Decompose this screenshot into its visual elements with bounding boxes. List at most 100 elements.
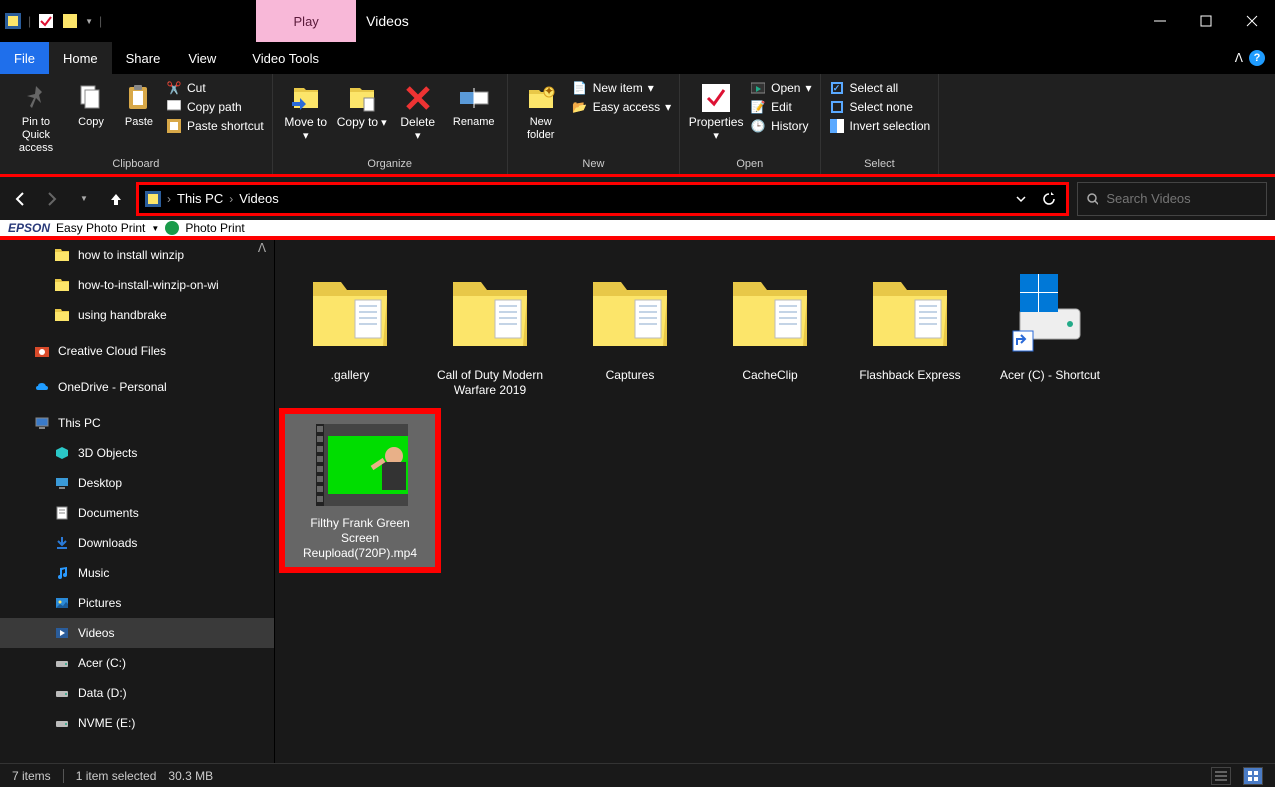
large-icons-view-button[interactable]: [1243, 767, 1263, 785]
tree-item[interactable]: Data (D:): [0, 678, 274, 708]
qat-dropdown-icon[interactable]: ▼: [85, 17, 93, 26]
tree-item[interactable]: NVME (E:): [0, 708, 274, 738]
tree-item[interactable]: using handbrake: [0, 300, 274, 330]
qat-undo-icon[interactable]: [61, 12, 79, 30]
folder-icon: [582, 266, 678, 362]
paste-shortcut-button[interactable]: Paste shortcut: [166, 118, 264, 134]
paste-button[interactable]: Paste: [118, 78, 160, 129]
tree-item[interactable]: Downloads: [0, 528, 274, 558]
previous-locations-dropdown[interactable]: [1010, 188, 1032, 210]
file-item[interactable]: Filthy Frank Green Screen Reupload(720P)…: [285, 414, 435, 567]
app-icon: [4, 12, 22, 30]
select-all-button[interactable]: Select all: [829, 80, 931, 96]
file-item[interactable]: Captures: [565, 260, 695, 404]
scroll-up-icon[interactable]: ᐱ: [254, 240, 270, 256]
ribbon-group-clipboard: Pin to Quick access Copy Paste ✂️Cut Cop…: [0, 74, 273, 174]
file-item[interactable]: .gallery: [285, 260, 415, 404]
qat-properties-icon[interactable]: [37, 12, 55, 30]
rename-button[interactable]: Rename: [449, 78, 499, 129]
dropdown-icon[interactable]: ▼: [151, 224, 159, 233]
folder-icon: [722, 266, 818, 362]
select-none-button[interactable]: Select none: [829, 99, 931, 115]
copy-to-icon: [346, 82, 378, 114]
open-button[interactable]: Open ▾: [750, 80, 811, 96]
tree-item[interactable]: Acer (C:): [0, 648, 274, 678]
delete-button[interactable]: Delete▾: [393, 78, 443, 143]
file-item[interactable]: CacheClip: [705, 260, 835, 404]
file-item[interactable]: Call of Duty Modern Warfare 2019: [425, 260, 555, 404]
tree-item[interactable]: Videos: [0, 618, 274, 648]
pin-quick-access-button[interactable]: Pin to Quick access: [8, 78, 64, 155]
drive-icon: [54, 655, 70, 671]
ribbon-tabs: File Home Share View Video Tools ᐱ ?: [0, 42, 1275, 74]
up-button[interactable]: [104, 187, 128, 211]
collapse-ribbon-icon[interactable]: ᐱ: [1235, 51, 1243, 65]
tree-item[interactable]: 3D Objects: [0, 438, 274, 468]
forward-button[interactable]: [40, 187, 64, 211]
invert-selection-button[interactable]: Invert selection: [829, 118, 931, 134]
tab-video-tools[interactable]: Video Tools: [238, 42, 333, 74]
tree-item-label: OneDrive - Personal: [58, 380, 167, 394]
easy-access-button[interactable]: 📂Easy access ▾: [572, 99, 671, 115]
maximize-button[interactable]: [1183, 0, 1229, 42]
history-button[interactable]: 🕒History: [750, 118, 811, 134]
minimize-button[interactable]: [1137, 0, 1183, 42]
new-item-button[interactable]: 📄New item ▾: [572, 80, 671, 96]
group-label: Organize: [281, 156, 499, 174]
search-input[interactable]: [1106, 191, 1258, 206]
tab-home[interactable]: Home: [49, 42, 112, 74]
easy-access-icon: 📂: [572, 99, 588, 115]
search-box[interactable]: [1077, 182, 1267, 216]
copy-path-button[interactable]: Copy path: [166, 99, 264, 115]
breadcrumb[interactable]: This PC: [177, 191, 223, 206]
tree-item[interactable]: Music: [0, 558, 274, 588]
pictures-icon: [54, 595, 70, 611]
edit-button[interactable]: 📝Edit: [750, 99, 811, 115]
close-button[interactable]: [1229, 0, 1275, 42]
documents-icon: [54, 505, 70, 521]
help-icon[interactable]: ?: [1249, 50, 1265, 66]
tab-share[interactable]: Share: [112, 42, 175, 74]
3d-icon: [54, 445, 70, 461]
move-to-button[interactable]: Move to ▾: [281, 78, 331, 143]
epson-photo-print[interactable]: Photo Print: [185, 221, 244, 235]
copy-button[interactable]: Copy: [70, 78, 112, 129]
location-icon: [145, 191, 161, 207]
tab-view[interactable]: View: [174, 42, 230, 74]
thispc-icon: [34, 415, 50, 431]
properties-button[interactable]: Properties▾: [688, 78, 744, 143]
refresh-button[interactable]: [1038, 188, 1060, 210]
file-name: Acer (C) - Shortcut: [1000, 368, 1100, 383]
tree-item-label: NVME (E:): [78, 716, 135, 730]
drive-icon: [54, 685, 70, 701]
recent-locations-dropdown[interactable]: ▼: [72, 187, 96, 211]
details-view-button[interactable]: [1211, 767, 1231, 785]
desktop-icon: [54, 475, 70, 491]
tree-item[interactable]: how-to-install-winzip-on-wi: [0, 270, 274, 300]
file-item[interactable]: Flashback Express: [845, 260, 975, 404]
file-item[interactable]: Acer (C) - Shortcut: [985, 260, 1115, 404]
epson-easy-print[interactable]: Easy Photo Print: [56, 221, 145, 235]
address-bar[interactable]: › This PC › Videos: [136, 182, 1069, 216]
back-button[interactable]: [8, 187, 32, 211]
tab-file[interactable]: File: [0, 42, 49, 74]
tree-item[interactable]: Creative Cloud Files: [0, 336, 274, 366]
cut-button[interactable]: ✂️Cut: [166, 80, 264, 96]
tree-item[interactable]: Pictures: [0, 588, 274, 618]
copy-to-button[interactable]: Copy to ▾: [337, 78, 387, 130]
invert-selection-icon: [829, 118, 845, 134]
tree-item[interactable]: Documents: [0, 498, 274, 528]
tree-item[interactable]: This PC: [0, 408, 274, 438]
new-folder-button[interactable]: ✦ New folder: [516, 78, 566, 142]
select-all-icon: [829, 80, 845, 96]
search-icon: [1086, 192, 1098, 206]
ribbon: Pin to Quick access Copy Paste ✂️Cut Cop…: [0, 74, 1275, 174]
tree-item[interactable]: Desktop: [0, 468, 274, 498]
breadcrumb[interactable]: Videos: [239, 191, 279, 206]
file-list[interactable]: .galleryCall of Duty Modern Warfare 2019…: [275, 240, 1275, 763]
select-none-icon: [829, 99, 845, 115]
tree-item[interactable]: OneDrive - Personal: [0, 372, 274, 402]
tree-item-label: 3D Objects: [78, 446, 137, 460]
tree-item[interactable]: how to install winzip: [0, 240, 274, 270]
drive-icon: [54, 715, 70, 731]
